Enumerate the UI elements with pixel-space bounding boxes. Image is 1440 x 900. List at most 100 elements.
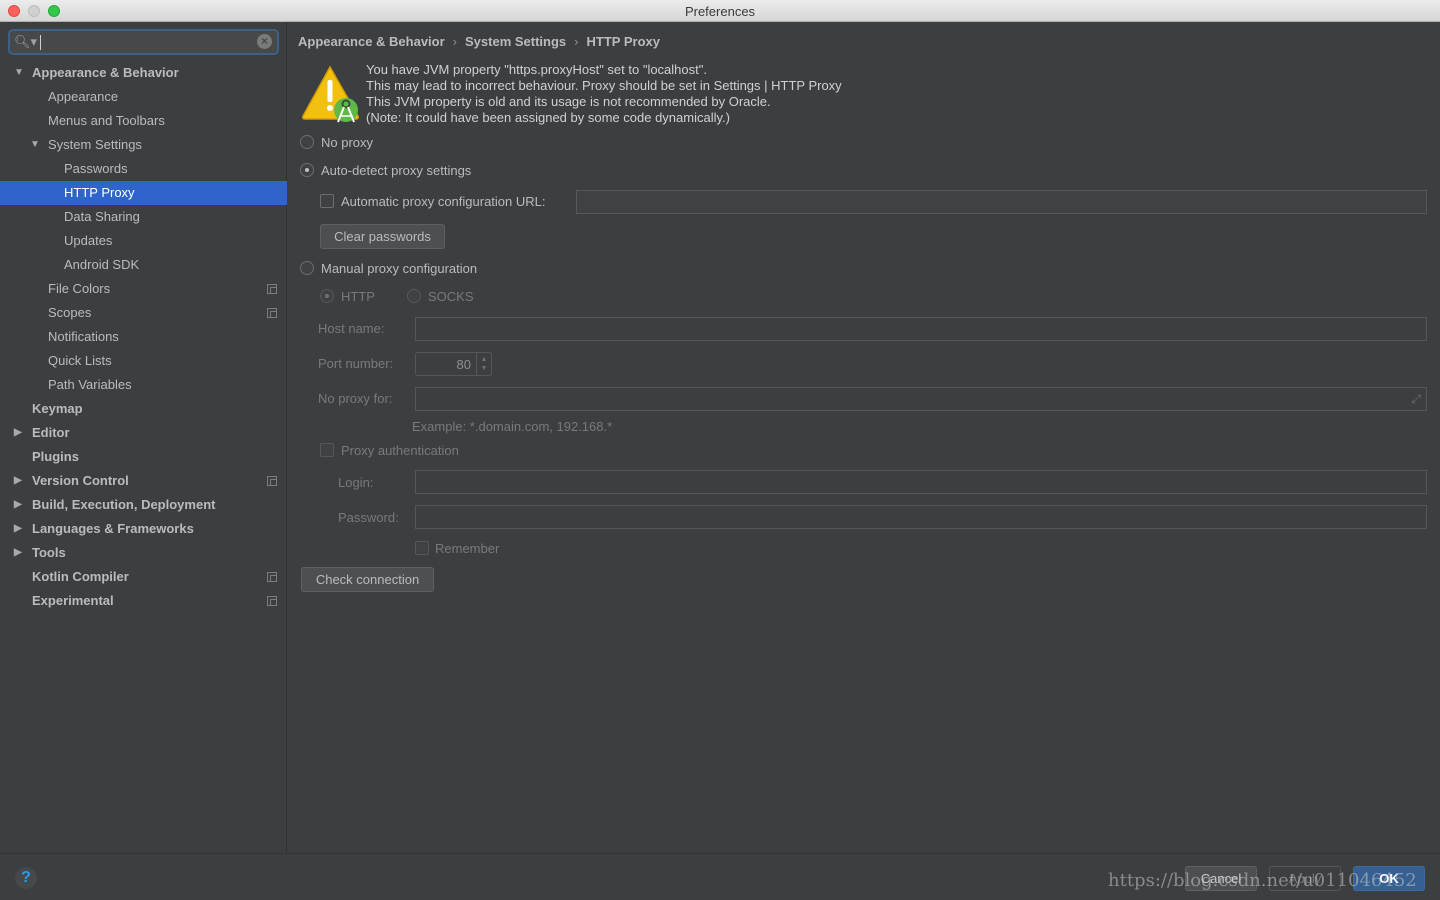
chevron-down-icon[interactable]: ▼: [14, 61, 24, 85]
sidebar-item-languages-frameworks[interactable]: ▶ Languages & Frameworks: [0, 517, 287, 541]
sidebar-item-keymap[interactable]: Keymap: [0, 397, 287, 421]
sidebar-item-kotlin-compiler[interactable]: Kotlin Compiler: [0, 565, 287, 589]
sidebar-item-label: Kotlin Compiler: [32, 569, 129, 584]
sidebar-item-label: Menus and Toolbars: [48, 113, 165, 128]
help-icon[interactable]: ?: [15, 867, 37, 889]
sidebar-item-label: Quick Lists: [48, 353, 112, 368]
check-connection-button[interactable]: Check connection: [301, 567, 434, 592]
port-number-value[interactable]: 80: [457, 357, 471, 372]
project-level-icon: [267, 284, 277, 294]
sidebar-item-file-colors[interactable]: File Colors: [0, 277, 287, 301]
no-proxy-for-input[interactable]: ⤢: [415, 387, 1427, 411]
host-name-label: Host name:: [318, 321, 385, 336]
sidebar-item-tools[interactable]: ▶ Tools: [0, 541, 287, 565]
sidebar-item-label: Plugins: [32, 449, 79, 464]
sidebar-item-label: Notifications: [48, 329, 119, 344]
sidebar-item-build-execution-deployment[interactable]: ▶ Build, Execution, Deployment: [0, 493, 287, 517]
http-type-label[interactable]: HTTP: [341, 289, 375, 304]
sidebar-item-label: File Colors: [48, 281, 111, 296]
chevron-right-icon[interactable]: ▶: [14, 421, 22, 445]
no-proxy-label[interactable]: No proxy: [321, 135, 373, 150]
sidebar-item-experimental[interactable]: Experimental: [0, 589, 287, 613]
clear-search-icon[interactable]: ×: [257, 34, 272, 49]
sidebar-item-editor[interactable]: ▶ Editor: [0, 421, 287, 445]
login-input[interactable]: [415, 470, 1427, 494]
sidebar-item-label: Tools: [32, 545, 66, 560]
settings-tree: ▼ Appearance & Behavior Appearance Menus an…: [0, 61, 287, 613]
chevron-right-icon[interactable]: ▶: [14, 493, 22, 517]
sidebar-item-label: Path Variables: [48, 377, 132, 392]
sidebar-item-label: Scopes: [48, 305, 92, 320]
no-proxy-example: Example: *.domain.com, 192.168.*: [412, 419, 613, 434]
sidebar-item-label: Data Sharing: [64, 209, 140, 224]
manual-proxy-label[interactable]: Manual proxy configuration: [321, 261, 477, 276]
breadcrumb-item: Appearance & Behavior: [298, 34, 445, 49]
sidebar-item-label: Android SDK: [64, 257, 140, 272]
expand-icon[interactable]: ⤢: [1411, 392, 1421, 407]
project-level-icon: [267, 572, 277, 582]
proxy-authentication-label[interactable]: Proxy authentication: [341, 443, 459, 458]
sidebar-item-appearance[interactable]: Appearance: [0, 85, 287, 109]
sidebar-item-notifications[interactable]: Notifications: [0, 325, 287, 349]
remember-label[interactable]: Remember: [435, 541, 499, 556]
sidebar-item-scopes[interactable]: Scopes: [0, 301, 287, 325]
password-input[interactable]: [415, 505, 1427, 529]
clear-passwords-button[interactable]: Clear passwords: [320, 224, 445, 249]
search-icon[interactable]: 🔍︎▾: [14, 34, 37, 50]
http-type-radio[interactable]: [320, 289, 334, 303]
sidebar-item-passwords[interactable]: Passwords: [0, 157, 287, 181]
sidebar-item-system-settings[interactable]: ▼ System Settings: [0, 133, 287, 157]
sidebar-item-label: Build, Execution, Deployment: [32, 497, 216, 512]
sidebar-item-quick-lists[interactable]: Quick Lists: [0, 349, 287, 373]
chevron-right-icon[interactable]: ▶: [14, 517, 22, 541]
breadcrumb: Appearance & Behavior › System Settings › HT…: [298, 34, 660, 49]
manual-proxy-radio[interactable]: [300, 261, 314, 275]
sidebar-item-data-sharing[interactable]: Data Sharing: [0, 205, 287, 229]
sidebar-item-label: Appearance & Behavior: [32, 65, 179, 80]
settings-sidebar: 🔍︎▾ × ▼ Appearance & Behavior Appearance Me…: [0, 22, 287, 853]
ok-button[interactable]: OK: [1353, 866, 1425, 891]
sidebar-item-appearance-behavior[interactable]: ▼ Appearance & Behavior: [0, 61, 287, 85]
jvm-proxy-warning: You have JVM property "https.proxyHost" …: [366, 62, 842, 126]
sidebar-item-version-control[interactable]: ▶ Version Control: [0, 469, 287, 493]
spinner-arrows-icon[interactable]: ▲ ▼: [476, 353, 491, 375]
sidebar-item-updates[interactable]: Updates: [0, 229, 287, 253]
port-number-label: Port number:: [318, 356, 394, 371]
chevron-right-icon[interactable]: ▶: [14, 541, 22, 565]
host-name-input[interactable]: [415, 317, 1427, 341]
chevron-right-icon[interactable]: ▶: [14, 469, 22, 493]
dialog-footer: ? Cancel Apply OK https://blog.csdn.net/…: [0, 853, 1440, 900]
sidebar-item-http-proxy[interactable]: HTTP Proxy: [0, 181, 287, 205]
settings-content: Appearance & Behavior › System Settings › HT…: [288, 22, 1440, 853]
sidebar-item-label: Updates: [64, 233, 113, 248]
sidebar-item-label: Editor: [32, 425, 70, 440]
sidebar-item-label: Experimental: [32, 593, 114, 608]
breadcrumb-separator: ›: [574, 34, 579, 49]
window-title: Preferences: [684, 4, 756, 19]
sidebar-item-plugins[interactable]: Plugins: [0, 445, 287, 469]
socks-type-radio[interactable]: [407, 289, 421, 303]
auto-detect-proxy-radio[interactable]: [300, 163, 314, 177]
auto-config-url-label[interactable]: Automatic proxy configuration URL:: [341, 194, 545, 209]
breadcrumb-separator: ›: [452, 34, 458, 49]
title-bar: Preferences: [0, 0, 1440, 22]
apply-button[interactable]: Apply: [1269, 866, 1341, 891]
auto-config-url-checkbox[interactable]: [320, 194, 334, 208]
no-proxy-for-label: No proxy for:: [318, 391, 393, 406]
sidebar-item-label: Version Control: [32, 473, 129, 488]
sidebar-item-path-variables[interactable]: Path Variables: [0, 373, 287, 397]
settings-search-input[interactable]: 🔍︎▾ ×: [8, 29, 279, 55]
chevron-down-icon[interactable]: ▼: [30, 133, 40, 157]
cancel-button[interactable]: Cancel: [1185, 866, 1257, 891]
sidebar-item-menus-and-toolbars[interactable]: Menus and Toolbars: [0, 109, 287, 133]
auto-config-url-input[interactable]: [576, 190, 1427, 214]
sidebar-item-label: Passwords: [64, 161, 128, 176]
socks-type-label[interactable]: SOCKS: [428, 289, 474, 304]
sidebar-item-android-sdk[interactable]: Android SDK: [0, 253, 287, 277]
proxy-authentication-checkbox[interactable]: [320, 443, 334, 457]
remember-checkbox[interactable]: [415, 541, 429, 555]
no-proxy-radio[interactable]: [300, 135, 314, 149]
port-number-spinner[interactable]: 80 ▲ ▼: [415, 352, 492, 376]
auto-detect-proxy-label[interactable]: Auto-detect proxy settings: [321, 163, 471, 178]
warning-line: This may lead to incorrect behaviour. Pr…: [366, 78, 842, 93]
